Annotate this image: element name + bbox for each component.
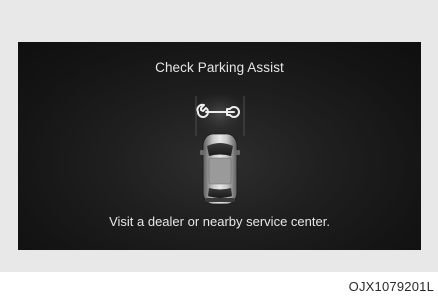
cluster-display: Check Parking Assist Visit a dealer or n… bbox=[18, 42, 421, 250]
figure-frame: Check Parking Assist Visit a dealer or n… bbox=[0, 0, 438, 272]
figure-code: OJX1079201L bbox=[348, 279, 434, 294]
parking-sensor-graphic bbox=[192, 94, 248, 205]
warning-message: Visit a dealer or nearby service center. bbox=[109, 214, 330, 229]
car-icon bbox=[200, 133, 240, 205]
warning-title: Check Parking Assist bbox=[155, 60, 284, 75]
